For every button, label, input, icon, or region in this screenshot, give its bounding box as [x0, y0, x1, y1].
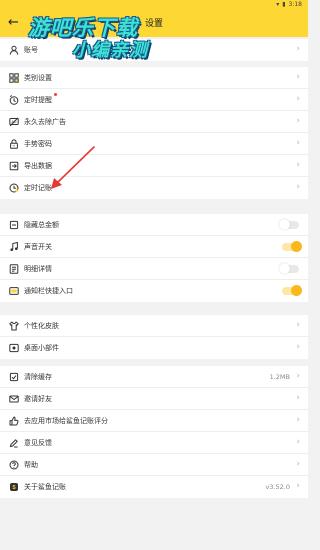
- chevron-right-icon: ›: [296, 437, 300, 447]
- row-label: 邀请好友: [24, 395, 52, 403]
- settings-row-thumbs-up[interactable]: 去应用市场给鲨鱼记账评分 ›: [0, 410, 308, 432]
- chevron-right-icon: ›: [296, 481, 300, 491]
- chevron-right-icon: ›: [296, 116, 300, 126]
- chevron-right-icon: ›: [296, 415, 300, 425]
- status-icons: ▾ ▮ 3:18: [276, 1, 302, 8]
- settings-group: 个性化皮肤 › 桌面小部件 ›: [0, 315, 308, 359]
- new-badge-dot: [54, 93, 57, 96]
- settings-row-notification[interactable]: 通知栏快捷入口: [0, 280, 308, 302]
- details-icon: [8, 263, 20, 275]
- toggle-switch[interactable]: [282, 241, 302, 252]
- row-label: 导出数据: [24, 162, 52, 170]
- settings-row-user[interactable]: 账号 ›: [0, 39, 308, 61]
- settings-row-category[interactable]: 类别设置 ›: [0, 67, 308, 89]
- settings-row-clear-cache[interactable]: 清除缓存 1.2MB ›: [0, 366, 308, 388]
- row-label: 清除缓存: [24, 373, 52, 381]
- row-label: 个性化皮肤: [24, 322, 59, 330]
- clear-cache-icon: [8, 371, 20, 383]
- lock-icon: [8, 138, 20, 150]
- toggle-switch[interactable]: [279, 263, 299, 274]
- settings-row-feedback[interactable]: 意见反馈 ›: [0, 432, 308, 454]
- scheduled-entry-icon: [8, 182, 20, 194]
- row-label: 通知栏快捷入口: [24, 287, 73, 295]
- toggle-knob: [291, 285, 302, 296]
- row-value: v3.52.0: [265, 483, 290, 491]
- settings-row-lock[interactable]: 手势密码 ›: [0, 133, 308, 155]
- status-bar: ▾ ▮ 3:18: [0, 0, 308, 10]
- row-label: 账号: [24, 46, 38, 54]
- settings-group: 类别设置 › 定时提醒 › AD 永久去除广告 › 手势密码 › 导出数据 › 定时记账 ›: [0, 67, 308, 199]
- row-label: 明细详情: [24, 265, 52, 273]
- row-label: 关于鲨鱼记账: [24, 483, 66, 491]
- chevron-right-icon: ›: [296, 342, 300, 352]
- chevron-right-icon: ›: [296, 160, 300, 170]
- row-label: 意见反馈: [24, 439, 52, 447]
- row-label: 桌面小部件: [24, 344, 59, 352]
- chevron-right-icon: ›: [296, 459, 300, 469]
- settings-row-hide[interactable]: 隐藏总金额: [0, 214, 308, 236]
- toggle-knob: [279, 263, 290, 274]
- hide-icon: [8, 219, 20, 231]
- chevron-right-icon: ›: [296, 371, 300, 381]
- about-icon: S: [8, 481, 20, 493]
- settings-row-details[interactable]: 明细详情: [0, 258, 308, 280]
- notification-icon: [8, 285, 20, 297]
- settings-row-scheduled-entry[interactable]: 定时记账 ›: [0, 177, 308, 199]
- page-title: 设置: [144, 19, 163, 29]
- toggle-switch[interactable]: [282, 285, 302, 296]
- settings-row-music[interactable]: 声音开关: [0, 236, 308, 258]
- settings-row-widget[interactable]: 桌面小部件 ›: [0, 337, 308, 359]
- settings-group: 隐藏总金额声音开关明细详情通知栏快捷入口: [0, 214, 308, 302]
- row-label: 定时提醒: [24, 96, 52, 104]
- row-value: 1.2MB: [269, 373, 290, 381]
- wifi-icon: ▾: [276, 1, 280, 8]
- invite-icon: [8, 393, 20, 405]
- settings-row-invite[interactable]: 邀请好友 ›: [0, 388, 308, 410]
- shirt-icon: [8, 320, 20, 332]
- ad-block-icon: AD: [8, 116, 20, 128]
- system-nav-bar: [0, 542, 308, 550]
- chevron-right-icon: ›: [296, 72, 300, 82]
- music-icon: [8, 241, 20, 253]
- export-icon: [8, 160, 20, 172]
- toggle-knob: [279, 219, 290, 230]
- feedback-icon: [8, 437, 20, 449]
- toggle-switch[interactable]: [279, 219, 299, 230]
- chevron-right-icon: ›: [296, 320, 300, 330]
- settings-group: 账号 ›: [0, 39, 308, 61]
- widget-icon: [8, 342, 20, 354]
- reminder-icon: [8, 94, 20, 106]
- chevron-right-icon: ›: [296, 44, 300, 54]
- settings-row-about[interactable]: S 关于鲨鱼记账 v3.52.0 ›: [0, 476, 308, 498]
- settings-row-help[interactable]: 帮助 ›: [0, 454, 308, 476]
- settings-row-reminder[interactable]: 定时提醒 ›: [0, 89, 308, 111]
- settings-row-shirt[interactable]: 个性化皮肤 ›: [0, 315, 308, 337]
- row-label: 永久去除广告: [24, 118, 66, 126]
- battery-icon: ▮: [282, 1, 286, 8]
- category-icon: [8, 72, 20, 84]
- chevron-right-icon: ›: [296, 138, 300, 148]
- settings-row-export[interactable]: 导出数据 ›: [0, 155, 308, 177]
- toggle-knob: [291, 241, 302, 252]
- help-icon: [8, 459, 20, 471]
- chevron-right-icon: ›: [296, 94, 300, 104]
- app-header: ← 设置: [0, 10, 308, 37]
- chevron-right-icon: ›: [296, 393, 300, 403]
- row-label: 帮助: [24, 461, 38, 469]
- status-time: 3:18: [288, 1, 302, 8]
- row-label: 隐藏总金额: [24, 221, 59, 229]
- row-label: 定时记账: [24, 184, 52, 192]
- row-label: 去应用市场给鲨鱼记账评分: [24, 417, 108, 425]
- row-label: 手势密码: [24, 140, 52, 148]
- settings-row-ad-block[interactable]: AD 永久去除广告 ›: [0, 111, 308, 133]
- chevron-right-icon: ›: [296, 182, 300, 192]
- row-label: 声音开关: [24, 243, 52, 251]
- user-icon: [8, 44, 20, 56]
- thumbs-up-icon: [8, 415, 20, 427]
- row-label: 类别设置: [24, 74, 52, 82]
- settings-group: 清除缓存 1.2MB › 邀请好友 › 去应用市场给鲨鱼记账评分 › 意见反馈 › 帮助 › S 关于鲨…: [0, 366, 308, 498]
